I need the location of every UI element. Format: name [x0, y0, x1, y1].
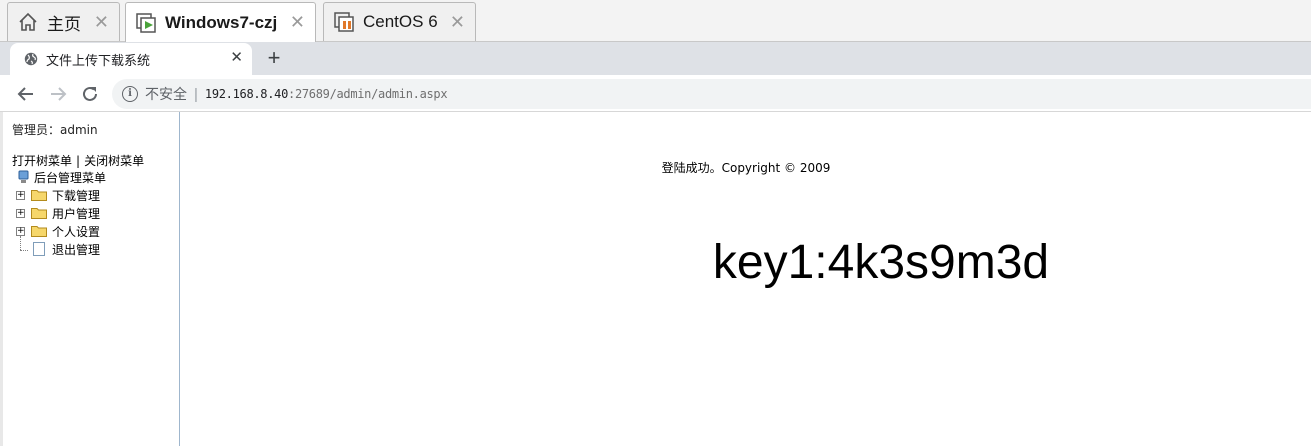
info-icon[interactable]: i	[122, 86, 138, 102]
address-bar[interactable]: i 不安全 | 192.168.8.40:27689/admin/admin.a…	[112, 79, 1311, 109]
close-tree-link[interactable]: 关闭树菜单	[84, 154, 144, 168]
close-icon[interactable]: ✕	[230, 50, 243, 66]
globe-icon	[24, 52, 38, 66]
url-path: :27689/admin/admin.aspx	[288, 87, 448, 101]
reload-button[interactable]	[78, 82, 102, 106]
open-tree-link[interactable]: 打开树菜单	[12, 154, 72, 168]
vm-tab-home[interactable]: 主页 ✕	[7, 2, 120, 41]
tree-toggle-links: 打开树菜单 | 关闭树菜单	[12, 152, 144, 169]
back-button[interactable]	[14, 82, 38, 106]
home-icon	[17, 11, 39, 33]
close-icon[interactable]: ✕	[450, 12, 465, 32]
tree-item-label: 退出管理	[52, 242, 101, 257]
close-icon[interactable]: ✕	[290, 12, 305, 32]
security-label[interactable]: 不安全	[145, 84, 187, 104]
browser-tab-strip: 文件上传下载系统 ✕ +	[0, 42, 1311, 75]
tree-item-label: 下载管理	[52, 188, 101, 203]
admin-tree: 后台管理菜单 + 下载管理 + 用户管理 + 个人设置 退出管理	[14, 168, 179, 258]
tree-item-label: 个人设置	[52, 224, 101, 239]
tree-item-download[interactable]: + 下载管理	[14, 186, 179, 204]
tree-item-label: 用户管理	[52, 206, 101, 221]
close-icon[interactable]: ✕	[94, 12, 109, 32]
main-content-frame: 登陆成功。Copyright © 2009 key1:4k3s9m3d	[181, 112, 1311, 446]
vm-tab-label: 主页	[47, 14, 81, 34]
tree-item-logout[interactable]: 退出管理	[14, 235, 179, 258]
key-text: key1:4k3s9m3d	[712, 236, 1050, 289]
expand-icon[interactable]: +	[16, 190, 25, 200]
computer-icon	[17, 170, 30, 184]
browser-tab[interactable]: 文件上传下载系统 ✕	[10, 43, 252, 75]
document-icon	[33, 242, 45, 256]
folder-icon	[31, 189, 47, 201]
vm-tab-centos[interactable]: CentOS 6 ✕	[323, 2, 476, 41]
vm-tab-label: CentOS 6	[363, 12, 438, 31]
login-status: 登陆成功。Copyright © 2009	[661, 161, 831, 175]
forward-button[interactable]	[46, 82, 70, 106]
left-menu-frame: 管理员：admin 打开树菜单 | 关闭树菜单 后台管理菜单 + 下载管理 + 用户…	[0, 112, 180, 446]
vm-tab-label: Windows7-czj	[165, 13, 278, 32]
folder-icon	[31, 207, 47, 219]
omnibox-separator: |	[194, 85, 198, 103]
url-text[interactable]: 192.168.8.40:27689/admin/admin.aspx	[204, 87, 448, 101]
tab-title: 文件上传下载系统	[46, 52, 151, 68]
tree-root-label: 后台管理菜单	[34, 170, 107, 185]
link-separator: |	[76, 154, 81, 168]
tree-root[interactable]: 后台管理菜单	[17, 168, 179, 186]
vm-tab-windows7[interactable]: Windows7-czj ✕	[125, 2, 316, 43]
expand-icon[interactable]: +	[16, 208, 25, 218]
new-tab-button[interactable]: +	[262, 47, 286, 71]
url-host: 192.168.8.40	[204, 87, 289, 101]
folder-icon	[31, 225, 47, 237]
vm-suspended-icon	[333, 11, 355, 33]
vm-running-icon	[135, 12, 157, 34]
admin-label: 管理员：admin	[12, 123, 98, 137]
tree-connector	[16, 235, 28, 254]
tree-item-settings[interactable]: + 个人设置	[14, 222, 179, 240]
vm-tab-strip: 主页 ✕ Windows7-czj ✕ CentOS 6 ✕	[0, 0, 1311, 43]
tree-item-users[interactable]: + 用户管理	[14, 204, 179, 222]
expand-icon[interactable]: +	[16, 226, 25, 236]
browser-toolbar: i 不安全 | 192.168.8.40:27689/admin/admin.a…	[0, 75, 1311, 112]
